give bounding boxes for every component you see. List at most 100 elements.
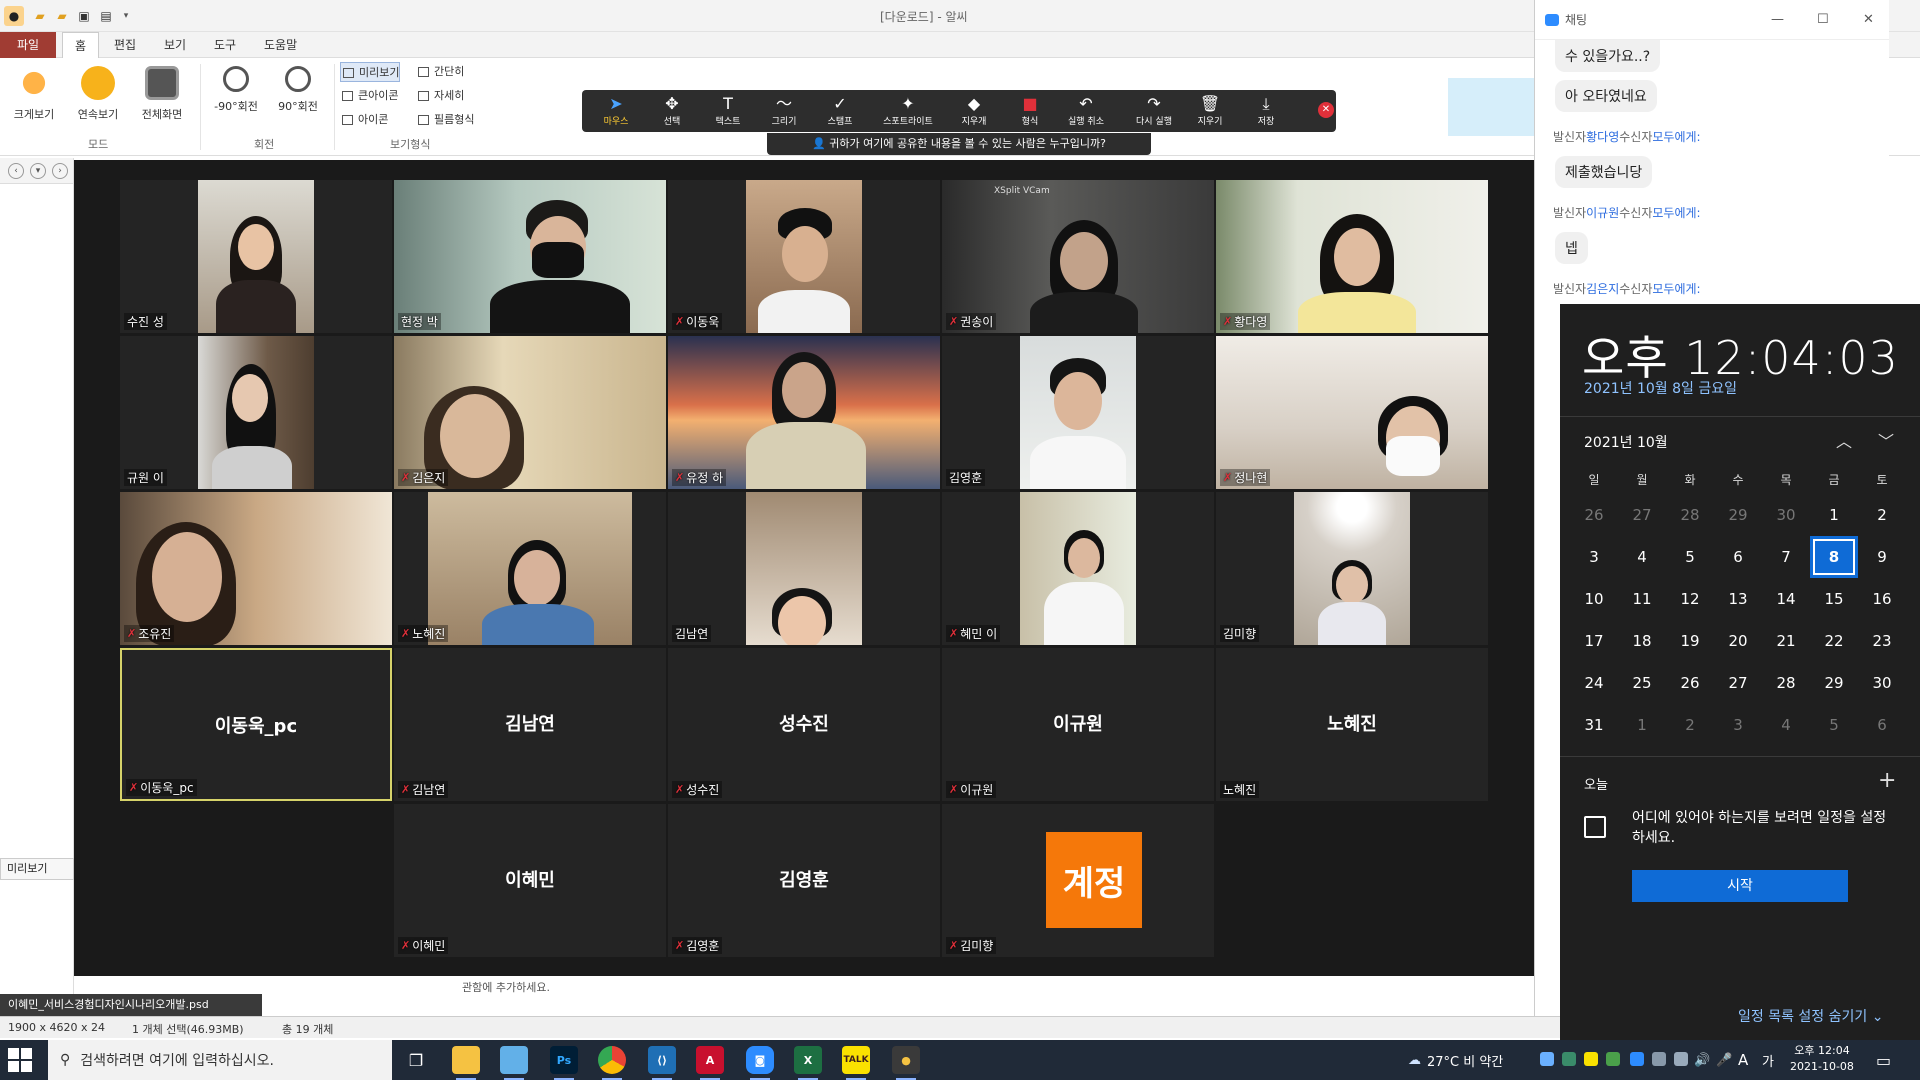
tool-redo[interactable]: ↷ 다시 실행 (1126, 94, 1182, 127)
sender-name[interactable]: 황다영 (1586, 130, 1619, 144)
tool-eraser[interactable]: ◆ 지우개 (946, 94, 1002, 127)
menu-help[interactable]: 도움말 (252, 32, 309, 58)
calendar-day[interactable]: 3 (1714, 704, 1762, 746)
calendar-day[interactable]: 27 (1618, 494, 1666, 536)
tray-zoom-icon[interactable] (1630, 1052, 1644, 1066)
previous-month-icon[interactable]: ︿ (1836, 428, 1852, 452)
calendar-day[interactable]: 31 (1570, 704, 1618, 746)
calendar-day[interactable]: 30 (1858, 662, 1906, 704)
ad-banner[interactable] (1448, 78, 1534, 136)
view-large-icon-option[interactable]: 큰아이콘 (340, 86, 398, 106)
slideshow-button[interactable]: 연속보기 (70, 66, 126, 122)
calendar-day[interactable]: 19 (1666, 620, 1714, 662)
name-tile[interactable]: 이혜민 ✗ 이혜민 (394, 804, 666, 957)
video-tile[interactable]: ✗ 김은지 (394, 336, 666, 489)
calendar-day[interactable]: 13 (1714, 578, 1762, 620)
korean-ime-indicator[interactable]: 가 (1762, 1040, 1774, 1080)
view-preview-option[interactable]: 미리보기 (340, 62, 401, 82)
kakaotalk-icon[interactable]: TALK (842, 1046, 870, 1080)
rotate-right-button[interactable]: 90°회전 (270, 66, 326, 114)
save-icon[interactable]: ▣ (74, 6, 94, 26)
calendar-day[interactable]: 18 (1618, 620, 1666, 662)
calendar-day[interactable]: 5 (1666, 536, 1714, 578)
calendar-day[interactable]: 1 (1618, 704, 1666, 746)
calendar-day[interactable]: 6 (1858, 704, 1906, 746)
tool-stamp[interactable]: ✓ 스탬프 (812, 94, 868, 127)
tray-app-icon[interactable] (1540, 1052, 1554, 1066)
name-tile[interactable]: 노혜진 노혜진 (1216, 648, 1488, 801)
photoshop-icon[interactable]: Ps (550, 1046, 578, 1080)
tray-app-icon[interactable] (1606, 1052, 1620, 1066)
calendar-day[interactable]: 29 (1810, 662, 1858, 704)
recipient-name[interactable]: 모두에게: (1652, 130, 1700, 144)
acrobat-icon[interactable]: A (696, 1046, 724, 1080)
calendar-day[interactable]: 29 (1714, 494, 1762, 536)
calendar-day[interactable]: 7 (1762, 536, 1810, 578)
name-tile[interactable]: 이동욱_pc ✗ 이동욱_pc (120, 648, 392, 801)
excel-icon[interactable]: X (794, 1046, 822, 1080)
calendar-day[interactable]: 26 (1666, 662, 1714, 704)
calendar-day[interactable]: 20 (1714, 620, 1762, 662)
notification-icon[interactable]: ▭ (1876, 1040, 1891, 1080)
microphone-icon[interactable]: 🎤 (1716, 1040, 1732, 1080)
name-tile[interactable]: 김남연 ✗ 김남연 (394, 648, 666, 801)
menu-edit[interactable]: 편집 (102, 32, 148, 58)
calendar-day[interactable]: 28 (1762, 662, 1810, 704)
calendar-day[interactable]: 6 (1714, 536, 1762, 578)
tool-clear[interactable]: 🗑 지우기 (1182, 94, 1238, 127)
taskbar-search[interactable]: ⚲ 검색하려면 여기에 입력하십시오. (48, 1040, 392, 1080)
preview-tab[interactable]: 미리보기 (0, 858, 74, 880)
hide-agenda-link[interactable]: 일정 목록 설정 숨기기 ⌄ (1738, 1006, 1883, 1026)
tool-undo[interactable]: ↶ 실행 취소 (1058, 94, 1114, 127)
calendar-day[interactable]: 24 (1570, 662, 1618, 704)
minimize-icon[interactable]: — (1771, 12, 1784, 27)
windows-start-icon[interactable] (8, 1048, 32, 1072)
notepad-icon[interactable] (500, 1046, 528, 1080)
calendar-day[interactable]: 21 (1762, 620, 1810, 662)
zoom-icon[interactable]: ◙ (746, 1046, 774, 1080)
video-tile[interactable]: XSplit VCam ✗ 권송이 (942, 180, 1214, 333)
menu-tools[interactable]: 도구 (202, 32, 248, 58)
calendar-day[interactable]: 10 (1570, 578, 1618, 620)
view-simple-option[interactable]: 간단히 (416, 62, 464, 82)
name-tile[interactable]: 성수진 ✗ 성수진 (668, 648, 940, 801)
start-button[interactable]: 시작 (1632, 870, 1848, 902)
share-visibility-question[interactable]: 👤 귀하가 여기에 공유한 내용을 볼 수 있는 사람은 누구입니까? (767, 133, 1151, 155)
tool-format[interactable]: ■ 형식 (1002, 94, 1058, 127)
flyout-date-link[interactable]: 2021년 10월 8일 금요일 (1584, 378, 1737, 398)
view-icon-option[interactable]: 아이콘 (340, 110, 388, 130)
calendar-day[interactable]: 22 (1810, 620, 1858, 662)
calendar-day[interactable]: 30 (1762, 494, 1810, 536)
rotate-left-button[interactable]: -90°회전 (208, 66, 264, 114)
back-icon[interactable]: ‹ (8, 162, 24, 179)
maximize-icon[interactable]: ☐ (1817, 12, 1829, 27)
tool-spotlight[interactable]: ✦ 스포트라이트 (872, 94, 944, 127)
calendar-day[interactable]: 27 (1714, 662, 1762, 704)
calendar-day[interactable]: 15 (1810, 578, 1858, 620)
video-tile[interactable]: ✗ 혜민 이 (942, 492, 1214, 645)
calendar-day[interactable]: 25 (1618, 662, 1666, 704)
tray-app-icon[interactable] (1562, 1052, 1576, 1066)
ime-mode-indicator[interactable]: A (1738, 1040, 1748, 1080)
sender-name[interactable]: 이규원 (1586, 206, 1619, 220)
video-tile[interactable]: ✗ 이동욱 (668, 180, 940, 333)
calendar-day[interactable]: 23 (1858, 620, 1906, 662)
video-tile[interactable]: 규원 이 (120, 336, 392, 489)
menu-home[interactable]: 홈 (62, 32, 100, 59)
tool-select[interactable]: ✥ 선택 (644, 94, 700, 127)
chrome-icon[interactable] (598, 1046, 626, 1080)
add-event-icon[interactable]: + (1878, 768, 1896, 793)
alsee-icon[interactable]: ● (892, 1046, 920, 1080)
video-tile[interactable]: 김남연 (668, 492, 940, 645)
calendar-day[interactable]: 14 (1762, 578, 1810, 620)
tool-save[interactable]: ⤓ 저장 (1238, 94, 1294, 127)
tool-draw[interactable]: 〜 그리기 (756, 94, 812, 127)
calendar-day[interactable]: 28 (1666, 494, 1714, 536)
video-tile[interactable]: ✗ 노혜진 (394, 492, 666, 645)
calendar-day[interactable]: 2 (1666, 704, 1714, 746)
quick-access-dropdown-icon[interactable]: ▾ (116, 6, 136, 26)
calendar-day[interactable]: 5 (1810, 704, 1858, 746)
calendar-day[interactable]: 2 (1858, 494, 1906, 536)
month-label[interactable]: 2021년 10월 (1584, 432, 1668, 452)
next-month-icon[interactable]: ﹀ (1878, 428, 1894, 452)
